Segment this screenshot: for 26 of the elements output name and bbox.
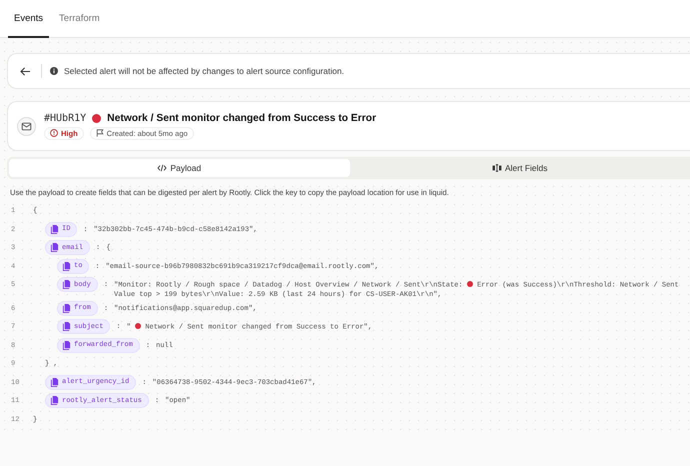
view-tab[interactable]: Payload [9, 159, 350, 177]
envelope-icon [17, 116, 36, 136]
flag-icon [96, 129, 104, 137]
alert-icon [50, 129, 58, 137]
status-dot-icon [92, 114, 102, 122]
copy-icon [50, 378, 59, 386]
status-dot-icon [135, 323, 142, 329]
info-icon [50, 67, 58, 75]
fields-icon [492, 164, 502, 172]
tab[interactable]: Terraform [53, 0, 106, 38]
status-dot-icon [466, 281, 473, 287]
copy-icon [50, 243, 59, 252]
copy-icon [62, 340, 71, 350]
view-tab[interactable]: Alert Fields [350, 159, 690, 177]
copy-icon [50, 396, 59, 405]
copy-icon [62, 262, 71, 270]
copy-icon [50, 224, 59, 234]
notice-text: Selected alert will not be affected by changes to alert source configuration. [64, 66, 344, 76]
alert-id: #HUbR1Y [44, 112, 86, 124]
alert-title: Network / Sent monitor changed from Success to Error [107, 112, 376, 124]
copy-icon [62, 304, 71, 312]
copy-icon [62, 322, 71, 331]
copy-icon [62, 280, 71, 289]
back-arrow-icon[interactable] [20, 66, 31, 76]
code-icon [157, 164, 168, 172]
tab[interactable]: Events [8, 0, 50, 38]
